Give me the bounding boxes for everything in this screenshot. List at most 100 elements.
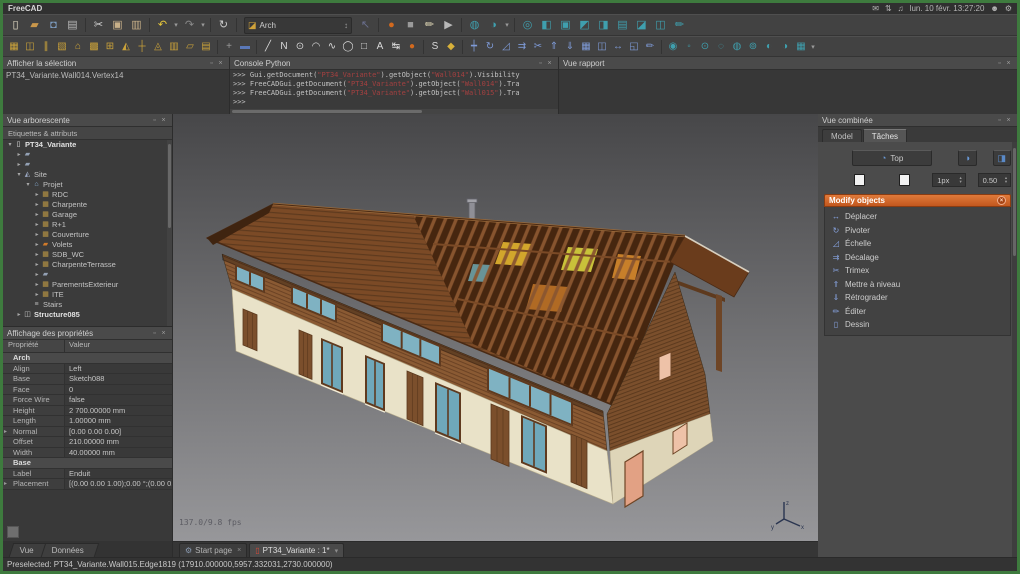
view-right-icon[interactable]: ◨ bbox=[595, 17, 612, 34]
draft-mirror-icon[interactable]: ◫ bbox=[594, 39, 610, 55]
close-panel-icon[interactable]: × bbox=[216, 60, 225, 67]
python-console-body[interactable]: >>> Gui.getDocument("PT34_Variante").get… bbox=[230, 70, 558, 109]
close-panel-icon[interactable]: × bbox=[159, 330, 168, 337]
draft-point-icon[interactable]: ● bbox=[404, 39, 420, 55]
selection-list-item[interactable]: PT34_Variante.Wall014.Vertex14 bbox=[6, 71, 226, 80]
tree-item-couverture[interactable]: ▸▦Couverture bbox=[3, 230, 172, 240]
open-browser-icon[interactable]: ◍ bbox=[466, 17, 483, 34]
arch-building-icon[interactable]: ⌂ bbox=[70, 39, 86, 55]
property-editor-titlebar[interactable]: Affichage des propriétés ▫ × bbox=[3, 327, 172, 340]
tree-item[interactable]: ▸▰ bbox=[3, 150, 172, 160]
property-row[interactable]: Face0 bbox=[3, 385, 172, 396]
draft-dimension-icon[interactable]: ↹ bbox=[388, 39, 404, 55]
float-panel-icon[interactable]: ▫ bbox=[150, 117, 159, 124]
tree-expander-icon[interactable]: ▾ bbox=[15, 170, 23, 180]
draft-stretch-icon[interactable]: ↔ bbox=[610, 39, 626, 55]
draft-clone-icon[interactable]: ◱ bbox=[626, 39, 642, 55]
tree-item[interactable]: ▸▰ bbox=[3, 160, 172, 170]
draft-circle-icon[interactable]: ⊙ bbox=[292, 39, 308, 55]
draft-text-icon[interactable]: A bbox=[372, 39, 388, 55]
working-plane-button[interactable]: ◔ Top bbox=[852, 150, 932, 166]
view-rear-icon[interactable]: ▤ bbox=[614, 17, 631, 34]
tree-expander-icon[interactable]: ▸ bbox=[33, 220, 41, 230]
mail-icon[interactable]: ✉ bbox=[872, 5, 879, 13]
paste-icon[interactable]: ▥ bbox=[128, 17, 145, 34]
view-bottom-icon[interactable]: ◪ bbox=[633, 17, 650, 34]
draft-move-icon[interactable]: ┿ bbox=[466, 39, 482, 55]
selection-view-titlebar[interactable]: Afficher la sélection ▫ × bbox=[3, 57, 229, 70]
draw-style-icon[interactable]: ◑ bbox=[485, 17, 502, 34]
tree-item-sdb_wc[interactable]: ▸▦SDB_WC bbox=[3, 250, 172, 260]
close-panel-icon[interactable]: × bbox=[159, 117, 168, 124]
macro-play-icon[interactable]: ▶ bbox=[440, 17, 457, 34]
task-item[interactable]: ⇉Décalage bbox=[827, 251, 1008, 265]
draft-rotate-icon[interactable]: ↻ bbox=[482, 39, 498, 55]
snap-special-icon[interactable]: ◑ bbox=[777, 39, 793, 55]
draft-upgrade-icon[interactable]: ⇑ bbox=[546, 39, 562, 55]
arch-wall-icon[interactable]: ▦ bbox=[6, 39, 22, 55]
property-row[interactable]: Width40.00000 mm bbox=[3, 448, 172, 459]
print-icon[interactable]: ▤ bbox=[64, 17, 81, 34]
refresh-icon[interactable]: ↻ bbox=[215, 17, 232, 34]
document-tab[interactable]: ⚙Start page× bbox=[179, 543, 247, 557]
spin-arrows-icon[interactable]: ▴▾ bbox=[957, 176, 965, 184]
view-top-icon[interactable]: ◩ bbox=[576, 17, 593, 34]
float-panel-icon[interactable]: ▫ bbox=[536, 60, 545, 67]
workbench-selector[interactable]: ◪Arch↕ bbox=[244, 17, 352, 34]
draft-downgrade-icon[interactable]: ⇓ bbox=[562, 39, 578, 55]
arch-floor-icon[interactable]: ▧ bbox=[54, 39, 70, 55]
save-icon[interactable]: ◘ bbox=[45, 17, 62, 34]
tree-expander-icon[interactable]: ▸ bbox=[15, 150, 23, 160]
draft-line-icon[interactable]: ╱ bbox=[260, 39, 276, 55]
property-row[interactable]: Force Wirefalse bbox=[3, 395, 172, 406]
tree-item-garage[interactable]: ▸▦Garage bbox=[3, 210, 172, 220]
tasks-scrollbar[interactable] bbox=[1012, 142, 1017, 557]
network-icon[interactable]: ⇅ bbox=[885, 5, 892, 13]
property-row[interactable]: Offset210.00000 mm bbox=[3, 437, 172, 448]
macro-stop-icon[interactable]: ■ bbox=[402, 17, 419, 34]
text-scale-spinbox[interactable]: 0.50 ▴▾ bbox=[978, 173, 1011, 187]
close-panel-icon[interactable]: × bbox=[545, 60, 554, 67]
snap-parallel-icon[interactable]: ◐ bbox=[761, 39, 777, 55]
draft-shapestring-icon[interactable]: S bbox=[427, 39, 443, 55]
scrollbar-thumb[interactable] bbox=[232, 110, 422, 113]
tree-item-charpente[interactable]: ▸▦Charpente bbox=[3, 200, 172, 210]
3d-viewport[interactable]: 137.0/9.8 fps z x y bbox=[173, 114, 818, 541]
task-item[interactable]: ↔Déplacer bbox=[827, 210, 1008, 224]
tree-view-titlebar[interactable]: Vue arborescente ▫ × bbox=[3, 114, 172, 127]
expand-arrow-icon[interactable]: ▸ bbox=[4, 427, 7, 437]
draft-wire-icon[interactable]: N bbox=[276, 39, 292, 55]
macro-edit-icon[interactable]: ✏ bbox=[421, 17, 438, 34]
arch-structure-icon[interactable]: ◫ bbox=[22, 39, 38, 55]
snap-center-icon[interactable]: ◍ bbox=[729, 39, 745, 55]
tree-expander-icon[interactable]: ▸ bbox=[15, 310, 23, 320]
close-task-icon[interactable]: × bbox=[997, 196, 1006, 205]
draft-edit-icon[interactable]: ✏ bbox=[642, 39, 658, 55]
python-console-titlebar[interactable]: Console Python ▫ × bbox=[230, 57, 558, 70]
autogroup-button[interactable]: ◨ bbox=[993, 150, 1011, 166]
tree-expander-icon[interactable]: ▸ bbox=[33, 240, 41, 250]
arch-schedule-icon[interactable]: ▤ bbox=[198, 39, 214, 55]
arch-section-plane-icon[interactable]: ◬ bbox=[150, 39, 166, 55]
float-panel-icon[interactable]: ▫ bbox=[995, 60, 1004, 67]
panel-corner-button[interactable] bbox=[7, 526, 19, 538]
task-item[interactable]: ✏Éditer bbox=[827, 305, 1008, 319]
title-bar[interactable]: FreeCAD ✉⇅♫lun. 10 févr. 13:27:20☻⚙ bbox=[3, 3, 1017, 14]
close-panel-icon[interactable]: × bbox=[1004, 60, 1013, 67]
tree-item-structure085[interactable]: ▸◫Structure085 bbox=[3, 310, 172, 320]
property-tab-données[interactable]: Données bbox=[41, 543, 100, 557]
draw-style-dropdown-icon[interactable]: ▾ bbox=[503, 17, 511, 34]
property-row[interactable]: Length1.00000 mm bbox=[3, 416, 172, 427]
view-axonometric-icon[interactable]: ◧ bbox=[538, 17, 555, 34]
property-row[interactable]: ▸Normal[0.00 0.00 0.00] bbox=[3, 427, 172, 438]
construction-mode-button[interactable]: ◑ bbox=[958, 150, 976, 166]
snap-angle-icon[interactable]: ◌ bbox=[713, 39, 729, 55]
redo-dropdown-icon[interactable]: ▾ bbox=[199, 17, 207, 34]
tree-item-projet[interactable]: ▾⌂Projet bbox=[3, 180, 172, 190]
undo-dropdown-icon[interactable]: ▾ bbox=[172, 17, 180, 34]
combined-view-titlebar[interactable]: Vue combinée ▫ × bbox=[818, 114, 1017, 127]
user-icon[interactable]: ☻ bbox=[990, 5, 998, 13]
task-item[interactable]: ✂Trimex bbox=[827, 264, 1008, 278]
draft-scale-icon[interactable]: ◿ bbox=[498, 39, 514, 55]
tree-item-rdc[interactable]: ▸▦RDC bbox=[3, 190, 172, 200]
